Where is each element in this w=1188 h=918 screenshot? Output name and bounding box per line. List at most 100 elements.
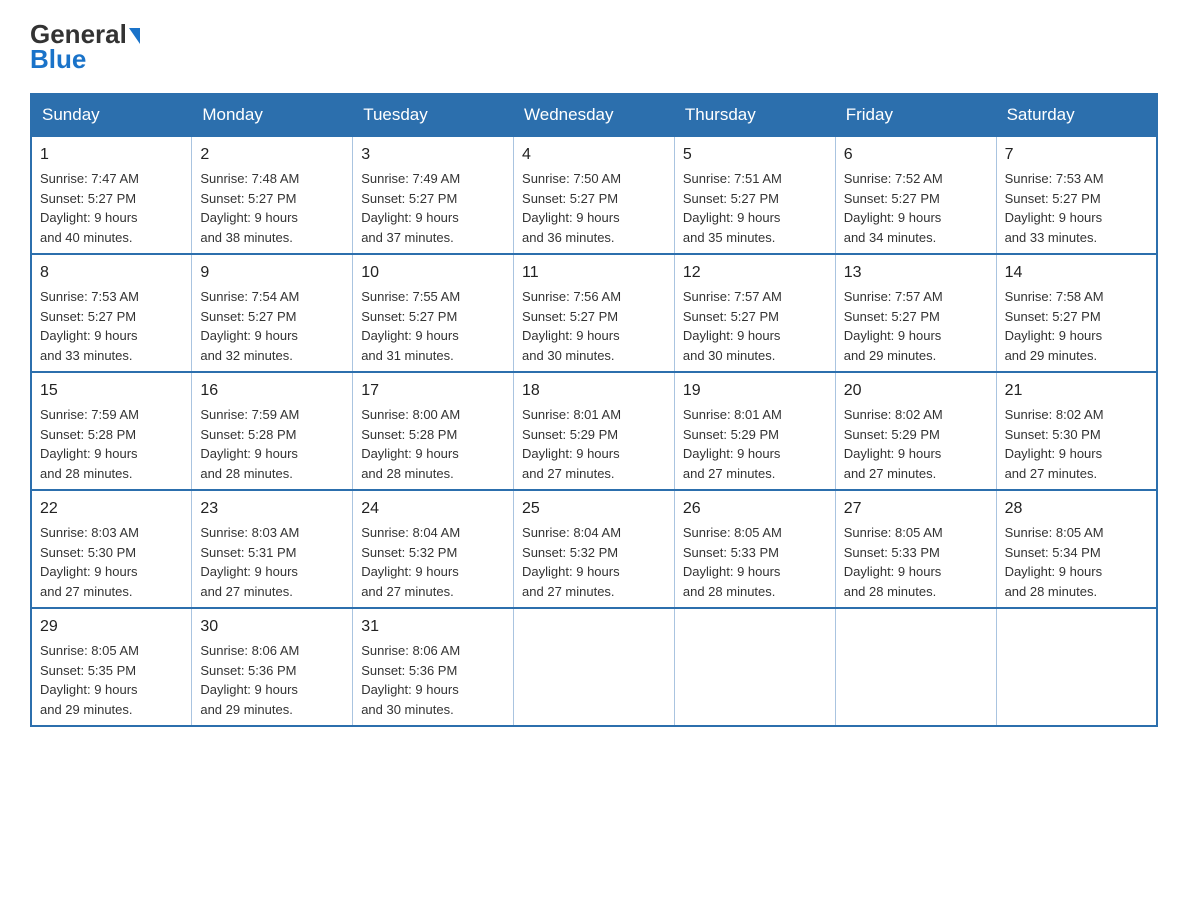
calendar-cell: 11 Sunrise: 7:56 AM Sunset: 5:27 PM Dayl… [514, 254, 675, 372]
calendar-cell [674, 608, 835, 726]
daylight-label: Daylight: 9 hours [40, 682, 138, 697]
calendar-cell: 28 Sunrise: 8:05 AM Sunset: 5:34 PM Dayl… [996, 490, 1157, 608]
day-number: 30 [200, 615, 344, 639]
day-number: 1 [40, 143, 183, 167]
sunrise-label: Sunrise: 8:06 AM [361, 643, 460, 658]
calendar-cell: 3 Sunrise: 7:49 AM Sunset: 5:27 PM Dayli… [353, 136, 514, 254]
calendar-cell: 15 Sunrise: 7:59 AM Sunset: 5:28 PM Dayl… [31, 372, 192, 490]
day-number: 9 [200, 261, 344, 285]
daylight-label: Daylight: 9 hours [200, 446, 298, 461]
day-number: 14 [1005, 261, 1148, 285]
sunset-label: Sunset: 5:28 PM [200, 427, 296, 442]
day-number: 5 [683, 143, 827, 167]
daylight-label: Daylight: 9 hours [1005, 446, 1103, 461]
daylight-label: Daylight: 9 hours [522, 210, 620, 225]
calendar-cell: 30 Sunrise: 8:06 AM Sunset: 5:36 PM Dayl… [192, 608, 353, 726]
daylight-label: Daylight: 9 hours [683, 564, 781, 579]
calendar-cell: 2 Sunrise: 7:48 AM Sunset: 5:27 PM Dayli… [192, 136, 353, 254]
daylight-cont: and 36 minutes. [522, 230, 615, 245]
calendar-cell: 12 Sunrise: 7:57 AM Sunset: 5:27 PM Dayl… [674, 254, 835, 372]
calendar-week-row: 1 Sunrise: 7:47 AM Sunset: 5:27 PM Dayli… [31, 136, 1157, 254]
sunrise-label: Sunrise: 7:59 AM [200, 407, 299, 422]
sunrise-label: Sunrise: 8:05 AM [40, 643, 139, 658]
sunrise-label: Sunrise: 8:02 AM [844, 407, 943, 422]
daylight-cont: and 28 minutes. [1005, 584, 1098, 599]
calendar-cell: 23 Sunrise: 8:03 AM Sunset: 5:31 PM Dayl… [192, 490, 353, 608]
sunset-label: Sunset: 5:28 PM [40, 427, 136, 442]
day-number: 11 [522, 261, 666, 285]
daylight-label: Daylight: 9 hours [200, 210, 298, 225]
calendar-cell: 19 Sunrise: 8:01 AM Sunset: 5:29 PM Dayl… [674, 372, 835, 490]
day-number: 3 [361, 143, 505, 167]
sunrise-label: Sunrise: 8:02 AM [1005, 407, 1104, 422]
calendar-table: SundayMondayTuesdayWednesdayThursdayFrid… [30, 93, 1158, 727]
calendar-cell: 10 Sunrise: 7:55 AM Sunset: 5:27 PM Dayl… [353, 254, 514, 372]
sunset-label: Sunset: 5:27 PM [361, 309, 457, 324]
calendar-week-row: 15 Sunrise: 7:59 AM Sunset: 5:28 PM Dayl… [31, 372, 1157, 490]
daylight-cont: and 34 minutes. [844, 230, 937, 245]
daylight-label: Daylight: 9 hours [1005, 210, 1103, 225]
daylight-cont: and 29 minutes. [1005, 348, 1098, 363]
day-number: 6 [844, 143, 988, 167]
sunrise-label: Sunrise: 8:04 AM [361, 525, 460, 540]
sunset-label: Sunset: 5:31 PM [200, 545, 296, 560]
daylight-label: Daylight: 9 hours [683, 328, 781, 343]
calendar-cell: 18 Sunrise: 8:01 AM Sunset: 5:29 PM Dayl… [514, 372, 675, 490]
daylight-cont: and 28 minutes. [361, 466, 454, 481]
calendar-cell: 13 Sunrise: 7:57 AM Sunset: 5:27 PM Dayl… [835, 254, 996, 372]
sunrise-label: Sunrise: 7:59 AM [40, 407, 139, 422]
daylight-label: Daylight: 9 hours [1005, 328, 1103, 343]
sunrise-label: Sunrise: 7:54 AM [200, 289, 299, 304]
sunset-label: Sunset: 5:29 PM [844, 427, 940, 442]
sunrise-label: Sunrise: 8:05 AM [844, 525, 943, 540]
calendar-cell: 8 Sunrise: 7:53 AM Sunset: 5:27 PM Dayli… [31, 254, 192, 372]
sunrise-label: Sunrise: 7:48 AM [200, 171, 299, 186]
day-number: 31 [361, 615, 505, 639]
sunset-label: Sunset: 5:30 PM [40, 545, 136, 560]
sunrise-label: Sunrise: 7:53 AM [40, 289, 139, 304]
daylight-label: Daylight: 9 hours [40, 564, 138, 579]
daylight-label: Daylight: 9 hours [844, 564, 942, 579]
calendar-cell: 7 Sunrise: 7:53 AM Sunset: 5:27 PM Dayli… [996, 136, 1157, 254]
calendar-cell: 14 Sunrise: 7:58 AM Sunset: 5:27 PM Dayl… [996, 254, 1157, 372]
day-number: 15 [40, 379, 183, 403]
sunrise-label: Sunrise: 7:56 AM [522, 289, 621, 304]
calendar-week-row: 8 Sunrise: 7:53 AM Sunset: 5:27 PM Dayli… [31, 254, 1157, 372]
sunrise-label: Sunrise: 8:06 AM [200, 643, 299, 658]
sunrise-label: Sunrise: 7:49 AM [361, 171, 460, 186]
daylight-cont: and 29 minutes. [844, 348, 937, 363]
column-header-saturday: Saturday [996, 94, 1157, 136]
daylight-cont: and 33 minutes. [40, 348, 133, 363]
daylight-label: Daylight: 9 hours [361, 446, 459, 461]
calendar-cell: 24 Sunrise: 8:04 AM Sunset: 5:32 PM Dayl… [353, 490, 514, 608]
calendar-cell: 27 Sunrise: 8:05 AM Sunset: 5:33 PM Dayl… [835, 490, 996, 608]
sunrise-label: Sunrise: 7:50 AM [522, 171, 621, 186]
calendar-cell: 16 Sunrise: 7:59 AM Sunset: 5:28 PM Dayl… [192, 372, 353, 490]
day-number: 10 [361, 261, 505, 285]
sunset-label: Sunset: 5:27 PM [844, 309, 940, 324]
sunset-label: Sunset: 5:35 PM [40, 663, 136, 678]
daylight-label: Daylight: 9 hours [522, 564, 620, 579]
sunset-label: Sunset: 5:27 PM [361, 191, 457, 206]
calendar-cell [996, 608, 1157, 726]
day-number: 26 [683, 497, 827, 521]
calendar-cell: 6 Sunrise: 7:52 AM Sunset: 5:27 PM Dayli… [835, 136, 996, 254]
daylight-cont: and 29 minutes. [40, 702, 133, 717]
daylight-cont: and 27 minutes. [361, 584, 454, 599]
day-number: 27 [844, 497, 988, 521]
day-number: 25 [522, 497, 666, 521]
sunset-label: Sunset: 5:29 PM [522, 427, 618, 442]
logo-blue: Blue [30, 45, 86, 74]
sunrise-label: Sunrise: 8:05 AM [1005, 525, 1104, 540]
column-header-wednesday: Wednesday [514, 94, 675, 136]
daylight-label: Daylight: 9 hours [1005, 564, 1103, 579]
column-header-sunday: Sunday [31, 94, 192, 136]
sunset-label: Sunset: 5:27 PM [200, 191, 296, 206]
daylight-cont: and 28 minutes. [40, 466, 133, 481]
sunset-label: Sunset: 5:32 PM [522, 545, 618, 560]
calendar-cell [514, 608, 675, 726]
column-header-thursday: Thursday [674, 94, 835, 136]
column-header-tuesday: Tuesday [353, 94, 514, 136]
daylight-label: Daylight: 9 hours [40, 446, 138, 461]
calendar-header-row: SundayMondayTuesdayWednesdayThursdayFrid… [31, 94, 1157, 136]
